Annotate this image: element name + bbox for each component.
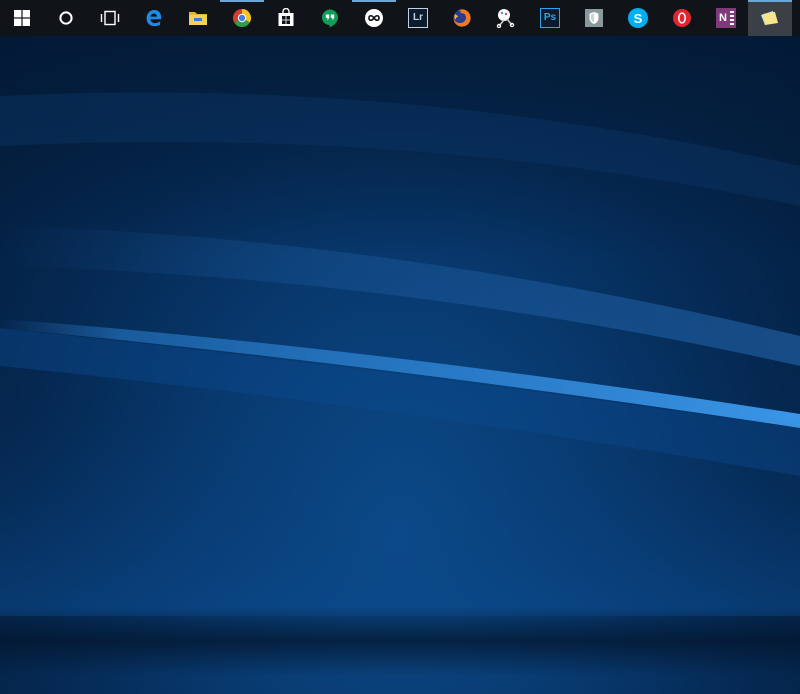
lightroom[interactable]: Lr [396, 0, 440, 36]
opera-icon [672, 8, 692, 28]
task-view-icon [100, 10, 120, 26]
skype-label: S [633, 10, 643, 26]
onenote-label: N [719, 11, 727, 24]
hangouts[interactable] [308, 0, 352, 36]
onenote[interactable]: N [704, 0, 748, 36]
onenote-tabs-decoration [730, 11, 734, 25]
lightroom-label: Lr [413, 12, 423, 23]
infinity-app[interactable] [352, 0, 396, 36]
photoshop-icon: Ps [540, 8, 560, 28]
task-view-button[interactable] [88, 0, 132, 36]
sticky-notes[interactable] [748, 0, 792, 36]
opera-browser[interactable] [660, 0, 704, 36]
folder-icon [188, 9, 208, 27]
sticky-notes-icon [759, 9, 781, 27]
start-button[interactable] [0, 0, 44, 36]
edge-icon [144, 8, 164, 28]
cortana-circle-icon [58, 10, 74, 26]
shield-app[interactable] [572, 0, 616, 36]
skype[interactable]: S [616, 0, 660, 36]
scissors-icon [495, 8, 517, 28]
file-explorer[interactable] [176, 0, 220, 36]
infinity-icon [364, 8, 384, 28]
shield-icon [584, 8, 604, 28]
wallpaper-light-beams [0, 36, 800, 676]
chrome-icon [232, 8, 252, 28]
photoshop[interactable]: Ps [528, 0, 572, 36]
lightroom-icon: Lr [408, 8, 428, 28]
taskbar: Lr Ps S N [0, 0, 800, 36]
desktop-wallpaper [0, 36, 800, 694]
skype-icon: S [628, 8, 648, 28]
store-bag-icon [276, 8, 296, 28]
cortana-search-button[interactable] [44, 0, 88, 36]
chrome-browser[interactable] [220, 0, 264, 36]
windows-store[interactable] [264, 0, 308, 36]
snipping-tool[interactable] [484, 0, 528, 36]
windows-logo-icon [14, 10, 30, 26]
onenote-icon: N [716, 8, 736, 28]
firefox-icon [452, 8, 472, 28]
hangouts-icon [320, 8, 340, 28]
firefox-browser[interactable] [440, 0, 484, 36]
photoshop-label: Ps [543, 12, 557, 23]
edge-browser[interactable] [132, 0, 176, 36]
